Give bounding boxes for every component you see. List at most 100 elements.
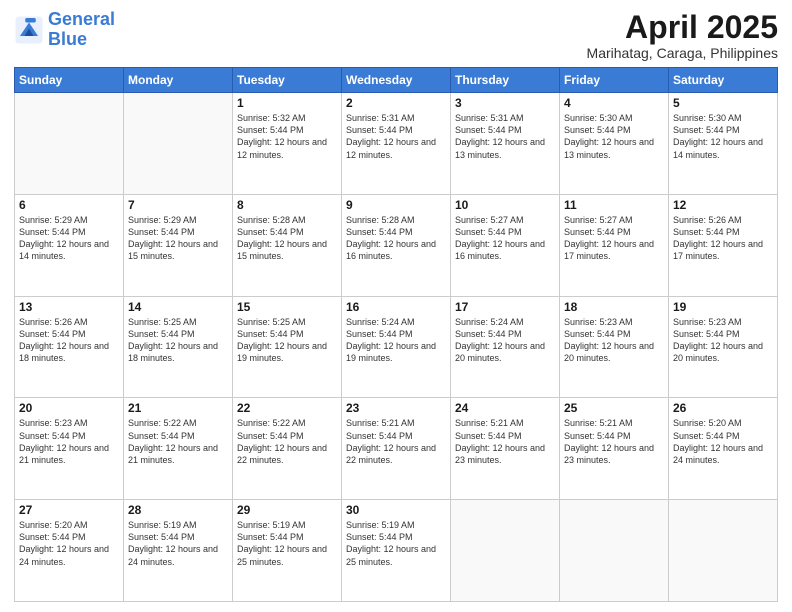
main-title: April 2025	[587, 10, 778, 45]
day-info: Sunrise: 5:27 AM Sunset: 5:44 PM Dayligh…	[564, 214, 664, 263]
day-number: 2	[346, 96, 446, 110]
daylight-label: Daylight: 12 hours and 13 minutes.	[455, 137, 545, 159]
calendar-cell	[560, 500, 669, 602]
daylight-label: Daylight: 12 hours and 22 minutes.	[237, 443, 327, 465]
sunrise-label: Sunrise: 5:24 AM	[346, 317, 415, 327]
logo: General Blue	[14, 10, 115, 50]
sunrise-label: Sunrise: 5:29 AM	[128, 215, 197, 225]
sunset-label: Sunset: 5:44 PM	[346, 431, 413, 441]
calendar-cell: 23 Sunrise: 5:21 AM Sunset: 5:44 PM Dayl…	[342, 398, 451, 500]
day-info: Sunrise: 5:29 AM Sunset: 5:44 PM Dayligh…	[19, 214, 119, 263]
logo-text: General Blue	[48, 10, 115, 50]
sunrise-label: Sunrise: 5:25 AM	[237, 317, 306, 327]
calendar-weekday: Thursday	[451, 68, 560, 93]
daylight-label: Daylight: 12 hours and 25 minutes.	[346, 544, 436, 566]
sunset-label: Sunset: 5:44 PM	[346, 329, 413, 339]
day-number: 28	[128, 503, 228, 517]
sunrise-label: Sunrise: 5:26 AM	[673, 215, 742, 225]
calendar-cell	[669, 500, 778, 602]
calendar-cell: 27 Sunrise: 5:20 AM Sunset: 5:44 PM Dayl…	[15, 500, 124, 602]
logo-blue: Blue	[48, 29, 87, 49]
day-info: Sunrise: 5:21 AM Sunset: 5:44 PM Dayligh…	[346, 417, 446, 466]
sunset-label: Sunset: 5:44 PM	[19, 431, 86, 441]
day-number: 21	[128, 401, 228, 415]
sunrise-label: Sunrise: 5:31 AM	[455, 113, 524, 123]
day-info: Sunrise: 5:32 AM Sunset: 5:44 PM Dayligh…	[237, 112, 337, 161]
calendar-cell	[451, 500, 560, 602]
daylight-label: Daylight: 12 hours and 25 minutes.	[237, 544, 327, 566]
day-number: 12	[673, 198, 773, 212]
day-info: Sunrise: 5:23 AM Sunset: 5:44 PM Dayligh…	[19, 417, 119, 466]
sunset-label: Sunset: 5:44 PM	[346, 125, 413, 135]
day-number: 6	[19, 198, 119, 212]
day-info: Sunrise: 5:27 AM Sunset: 5:44 PM Dayligh…	[455, 214, 555, 263]
calendar-cell: 30 Sunrise: 5:19 AM Sunset: 5:44 PM Dayl…	[342, 500, 451, 602]
sunset-label: Sunset: 5:44 PM	[237, 532, 304, 542]
calendar-weekday: Wednesday	[342, 68, 451, 93]
day-info: Sunrise: 5:29 AM Sunset: 5:44 PM Dayligh…	[128, 214, 228, 263]
sunset-label: Sunset: 5:44 PM	[564, 329, 631, 339]
day-info: Sunrise: 5:20 AM Sunset: 5:44 PM Dayligh…	[19, 519, 119, 568]
header: General Blue April 2025 Marihatag, Carag…	[14, 10, 778, 61]
daylight-label: Daylight: 12 hours and 20 minutes.	[564, 341, 654, 363]
day-number: 9	[346, 198, 446, 212]
day-info: Sunrise: 5:30 AM Sunset: 5:44 PM Dayligh…	[564, 112, 664, 161]
day-info: Sunrise: 5:23 AM Sunset: 5:44 PM Dayligh…	[564, 316, 664, 365]
day-info: Sunrise: 5:28 AM Sunset: 5:44 PM Dayligh…	[346, 214, 446, 263]
sunset-label: Sunset: 5:44 PM	[564, 125, 631, 135]
daylight-label: Daylight: 12 hours and 13 minutes.	[564, 137, 654, 159]
day-info: Sunrise: 5:21 AM Sunset: 5:44 PM Dayligh…	[455, 417, 555, 466]
day-number: 20	[19, 401, 119, 415]
calendar-cell: 20 Sunrise: 5:23 AM Sunset: 5:44 PM Dayl…	[15, 398, 124, 500]
calendar-cell	[15, 93, 124, 195]
calendar-cell: 21 Sunrise: 5:22 AM Sunset: 5:44 PM Dayl…	[124, 398, 233, 500]
day-info: Sunrise: 5:20 AM Sunset: 5:44 PM Dayligh…	[673, 417, 773, 466]
day-number: 24	[455, 401, 555, 415]
daylight-label: Daylight: 12 hours and 12 minutes.	[237, 137, 327, 159]
sunset-label: Sunset: 5:44 PM	[564, 431, 631, 441]
day-number: 23	[346, 401, 446, 415]
sunrise-label: Sunrise: 5:19 AM	[237, 520, 306, 530]
sunrise-label: Sunrise: 5:21 AM	[346, 418, 415, 428]
sunset-label: Sunset: 5:44 PM	[455, 431, 522, 441]
calendar-cell: 11 Sunrise: 5:27 AM Sunset: 5:44 PM Dayl…	[560, 194, 669, 296]
day-info: Sunrise: 5:31 AM Sunset: 5:44 PM Dayligh…	[455, 112, 555, 161]
sunset-label: Sunset: 5:44 PM	[455, 329, 522, 339]
day-number: 30	[346, 503, 446, 517]
calendar-cell: 12 Sunrise: 5:26 AM Sunset: 5:44 PM Dayl…	[669, 194, 778, 296]
sunrise-label: Sunrise: 5:31 AM	[346, 113, 415, 123]
calendar-cell: 19 Sunrise: 5:23 AM Sunset: 5:44 PM Dayl…	[669, 296, 778, 398]
sunset-label: Sunset: 5:44 PM	[128, 532, 195, 542]
day-info: Sunrise: 5:22 AM Sunset: 5:44 PM Dayligh…	[237, 417, 337, 466]
day-info: Sunrise: 5:31 AM Sunset: 5:44 PM Dayligh…	[346, 112, 446, 161]
sunrise-label: Sunrise: 5:28 AM	[237, 215, 306, 225]
calendar-table: SundayMondayTuesdayWednesdayThursdayFrid…	[14, 67, 778, 602]
calendar-cell: 24 Sunrise: 5:21 AM Sunset: 5:44 PM Dayl…	[451, 398, 560, 500]
daylight-label: Daylight: 12 hours and 22 minutes.	[346, 443, 436, 465]
sunrise-label: Sunrise: 5:32 AM	[237, 113, 306, 123]
daylight-label: Daylight: 12 hours and 15 minutes.	[128, 239, 218, 261]
sunrise-label: Sunrise: 5:23 AM	[564, 317, 633, 327]
calendar-cell: 7 Sunrise: 5:29 AM Sunset: 5:44 PM Dayli…	[124, 194, 233, 296]
sunrise-label: Sunrise: 5:27 AM	[564, 215, 633, 225]
daylight-label: Daylight: 12 hours and 16 minutes.	[346, 239, 436, 261]
day-info: Sunrise: 5:26 AM Sunset: 5:44 PM Dayligh…	[673, 214, 773, 263]
daylight-label: Daylight: 12 hours and 19 minutes.	[237, 341, 327, 363]
calendar-cell: 2 Sunrise: 5:31 AM Sunset: 5:44 PM Dayli…	[342, 93, 451, 195]
day-number: 10	[455, 198, 555, 212]
day-number: 26	[673, 401, 773, 415]
sunset-label: Sunset: 5:44 PM	[128, 431, 195, 441]
calendar-cell: 29 Sunrise: 5:19 AM Sunset: 5:44 PM Dayl…	[233, 500, 342, 602]
calendar-week-row: 13 Sunrise: 5:26 AM Sunset: 5:44 PM Dayl…	[15, 296, 778, 398]
calendar-header-row: SundayMondayTuesdayWednesdayThursdayFrid…	[15, 68, 778, 93]
daylight-label: Daylight: 12 hours and 20 minutes.	[673, 341, 763, 363]
sunset-label: Sunset: 5:44 PM	[237, 329, 304, 339]
calendar-cell: 25 Sunrise: 5:21 AM Sunset: 5:44 PM Dayl…	[560, 398, 669, 500]
daylight-label: Daylight: 12 hours and 23 minutes.	[564, 443, 654, 465]
day-info: Sunrise: 5:24 AM Sunset: 5:44 PM Dayligh…	[455, 316, 555, 365]
calendar-cell: 15 Sunrise: 5:25 AM Sunset: 5:44 PM Dayl…	[233, 296, 342, 398]
sunset-label: Sunset: 5:44 PM	[19, 329, 86, 339]
calendar-weekday: Tuesday	[233, 68, 342, 93]
sunrise-label: Sunrise: 5:23 AM	[673, 317, 742, 327]
logo-general: General	[48, 9, 115, 29]
